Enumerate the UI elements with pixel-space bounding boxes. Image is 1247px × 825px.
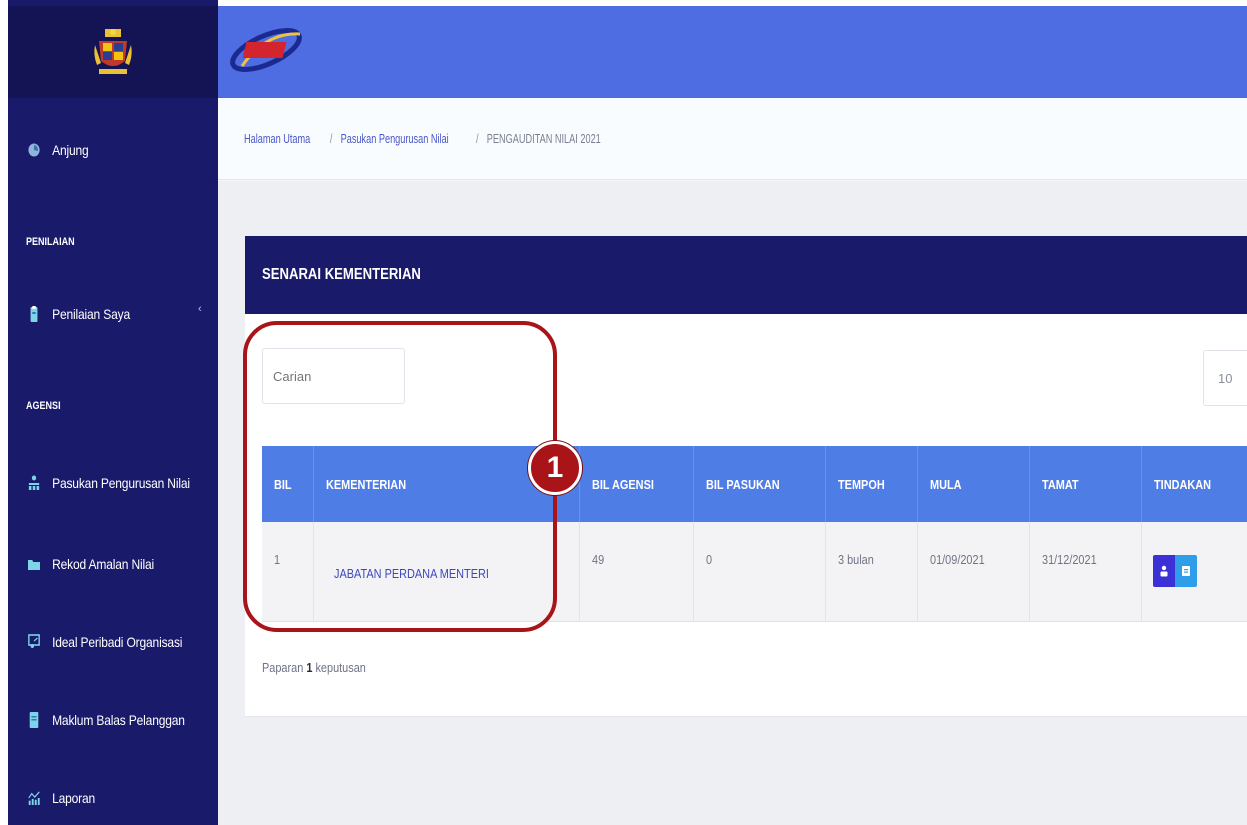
crest-logo-icon[interactable]	[93, 27, 133, 77]
dashboard-icon	[28, 143, 40, 157]
document-icon	[1182, 566, 1190, 576]
view-details-button[interactable]	[1175, 555, 1197, 587]
breadcrumb-separator: /	[329, 131, 333, 146]
presentation-icon	[28, 634, 40, 648]
page-size-select[interactable]: 10	[1203, 350, 1247, 406]
sidebar-item-rekod-amalan-nilai[interactable]: Rekod Amalan Nilai	[28, 556, 154, 572]
breadcrumb-home[interactable]: Halaman Utama	[244, 131, 310, 146]
sidebar-header-agensi: AGENSI	[26, 400, 61, 412]
assign-team-button[interactable]	[1153, 555, 1175, 587]
sidebar: Anjung PENILAIAN Penilaian Saya ‹ AGENSI…	[0, 0, 218, 825]
sidebar-item-maklum-balas-pelanggan[interactable]: Maklum Balas Pelanggan	[28, 712, 185, 728]
cell-mula: 01/09/2021	[918, 522, 1030, 622]
sidebar-item-laporan[interactable]: Laporan	[28, 790, 95, 806]
sidebar-item-penilaian-saya[interactable]: Penilaian Saya	[28, 306, 130, 322]
breadcrumb-parent[interactable]: Pasukan Pengurusan Nilai	[340, 131, 448, 146]
sidebar-item-label: Ideal Peribadi Organisasi	[52, 634, 183, 650]
breadcrumb-current: PENGAUDITAN NILAI 2021	[486, 131, 601, 146]
result-count: 1	[306, 660, 313, 675]
column-header-bil-pasukan[interactable]: BIL PASUKAN	[694, 446, 826, 522]
sidebar-item-pasukan-pengurusan-nilai[interactable]: Pasukan Pengurusan Nilai	[28, 475, 190, 491]
sidebar-item-label: Maklum Balas Pelanggan	[52, 712, 185, 728]
folder-icon	[28, 560, 41, 570]
sidebar-item-ideal-peribadi-organisasi[interactable]: Ideal Peribadi Organisasi	[28, 634, 182, 650]
cell-tamat: 31/12/2021	[1030, 522, 1142, 622]
chevron-left-icon[interactable]: ‹	[198, 303, 202, 315]
card-title: SENARAI KEMENTERIAN	[262, 266, 421, 283]
cell-bil-pasukan: 0	[694, 522, 826, 622]
annotation-highlight-box	[243, 321, 557, 632]
breadcrumb: Halaman Utama / Pasukan Pengurusan Nilai…	[218, 98, 1247, 180]
report-chart-icon	[28, 791, 40, 805]
annotation-step-badge: 1	[528, 441, 582, 495]
result-summary: Paparan 1 keputusan	[262, 660, 366, 675]
column-header-bil-agensi[interactable]: BIL AGENSI	[580, 446, 694, 522]
card-header: SENARAI KEMENTERIAN	[245, 236, 1247, 314]
column-header-tempoh[interactable]: TEMPOH	[826, 446, 918, 522]
book-icon	[29, 712, 39, 728]
column-header-tamat[interactable]: TAMAT	[1030, 446, 1142, 522]
column-header-mula[interactable]: MULA	[918, 446, 1030, 522]
clipboard-icon	[30, 306, 38, 322]
column-header-tindakan: TINDAKAN	[1154, 476, 1212, 492]
cell-tempoh: 3 bulan	[826, 522, 918, 622]
breadcrumb-separator: /	[475, 131, 479, 146]
team-icon	[28, 475, 40, 490]
sidebar-header-penilaian: PENILAIAN	[26, 236, 75, 248]
sidebar-item-label: Rekod Amalan Nilai	[52, 556, 155, 572]
card-footer-divider	[245, 716, 1247, 717]
nsam-logo-icon[interactable]	[226, 20, 310, 80]
topbar	[218, 6, 1247, 98]
page-size-value: 10	[1218, 370, 1233, 386]
sidebar-item-label: Penilaian Saya	[52, 306, 131, 322]
cell-bil-agensi: 49	[580, 522, 694, 622]
sidebar-item-label: Anjung	[52, 142, 89, 158]
sidebar-item-label: Laporan	[52, 790, 96, 806]
action-buttons	[1153, 555, 1197, 587]
user-add-icon	[1160, 565, 1168, 577]
sidebar-left-edge	[0, 0, 8, 825]
sidebar-item-anjung[interactable]: Anjung	[28, 142, 89, 158]
sidebar-crest-area	[8, 6, 218, 98]
sidebar-item-label: Pasukan Pengurusan Nilai	[52, 475, 190, 491]
